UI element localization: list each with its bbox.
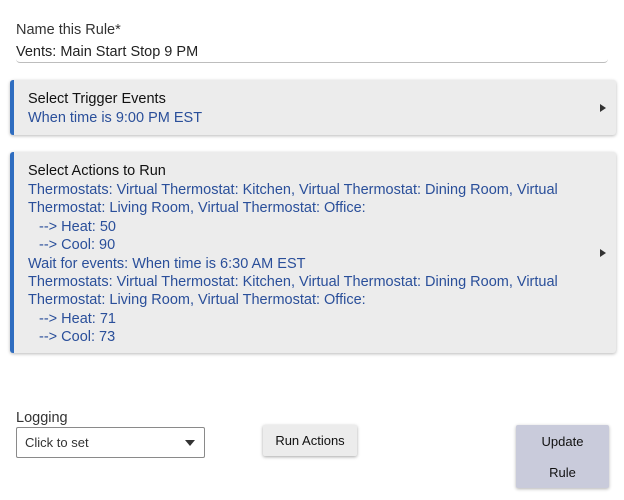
action-line: --> Heat: 71 [39,310,116,327]
trigger-summary-line: When time is 9:00 PM EST [28,110,203,126]
update-rule-button-line2: Rule [549,464,576,480]
rule-name-label: Name this Rule* [16,22,121,38]
action-line: Wait for events: When time is 6:30 AM ES… [28,255,306,272]
action-line: Thermostat: Living Room, Virtual Thermos… [28,200,366,217]
trigger-section-title: Select Trigger Events [28,91,166,107]
update-rule-button-line1: Update [541,433,584,449]
actions-summary: Thermostats: Virtual Thermostat: Kitchen… [28,181,588,347]
select-actions-section[interactable]: Select Actions to Run Thermostats: Virtu… [10,152,616,353]
logging-select-value: Click to set [25,435,89,450]
action-line: --> Cool: 73 [39,329,116,346]
trigger-summary: When time is 9:00 PM EST [28,109,202,127]
update-rule-button[interactable]: Update Rule [516,425,609,488]
run-actions-button[interactable]: Run Actions [263,425,357,456]
rule-name-input[interactable] [16,41,608,63]
actions-section-title: Select Actions to Run [28,163,166,179]
caret-down-icon [185,440,195,446]
action-line: --> Cool: 90 [39,237,116,254]
select-trigger-events-section[interactable]: Select Trigger Events When time is 9:00 … [10,80,616,135]
logging-label: Logging [16,410,68,426]
logging-select[interactable]: Click to set [16,427,205,458]
triangle-right-icon [600,104,606,112]
action-line: Thermostat: Living Room, Virtual Thermos… [28,292,366,309]
action-line: Thermostats: Virtual Thermostat: Kitchen… [28,182,558,198]
triangle-right-icon [600,249,606,257]
action-line: Thermostats: Virtual Thermostat: Kitchen… [28,274,558,291]
action-line: --> Heat: 50 [39,218,116,235]
